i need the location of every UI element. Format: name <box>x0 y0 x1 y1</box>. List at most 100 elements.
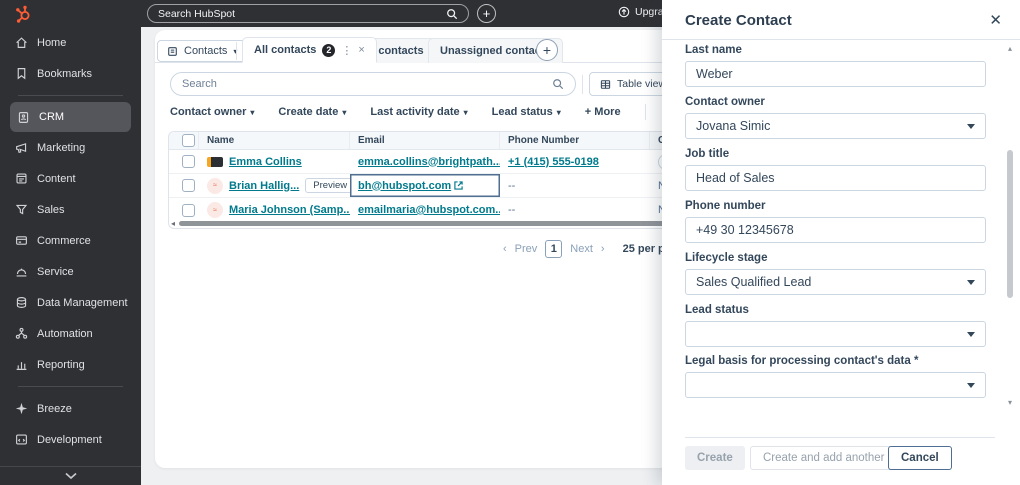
contact-name-link[interactable]: Brian Hallig... <box>229 180 299 192</box>
legal-basis-select[interactable] <box>685 372 986 398</box>
chevron-down-icon <box>967 279 975 285</box>
scroll-up-icon[interactable]: ▴ <box>1008 44 1012 53</box>
sidebar-item-development[interactable]: Development <box>0 424 141 455</box>
row-checkbox[interactable] <box>182 203 195 217</box>
contact-owner-select[interactable]: Jovana Simic <box>685 113 986 139</box>
job-title-input[interactable] <box>685 165 986 191</box>
phone-number-input[interactable] <box>685 217 986 243</box>
panel-scrollbar-thumb[interactable] <box>1007 150 1013 298</box>
contact-name-link[interactable]: Emma Collins <box>229 156 302 168</box>
list-search-placeholder: Search <box>182 78 217 90</box>
global-search-input[interactable]: Search HubSpot <box>147 4 469 23</box>
table-view-label: Table view <box>617 78 667 90</box>
prev-button[interactable]: Prev <box>515 243 538 255</box>
contact-phone-link[interactable]: +1 (415) 555-0198 <box>508 156 599 168</box>
column-header-name[interactable]: Name <box>199 132 350 149</box>
contact-email-link[interactable]: emma.collins@brightpath... <box>358 156 500 168</box>
search-icon <box>552 78 564 90</box>
filter-create-date[interactable]: Create date ▾ <box>278 106 346 118</box>
page-number[interactable]: 1 <box>545 240 563 258</box>
sidebar-item-label: Reporting <box>37 358 85 371</box>
filter-contact-owner[interactable]: Contact owner ▾ <box>170 106 254 118</box>
sidebar-item-bookmarks[interactable]: Bookmarks <box>0 58 141 89</box>
field-label: Job title <box>685 148 730 160</box>
lead-status-field: Lead status <box>685 304 986 347</box>
object-type-dropdown[interactable]: Contacts ▾ <box>157 40 248 62</box>
avatar: ≈ <box>207 202 223 218</box>
chevron-down-icon: ▾ <box>463 107 468 117</box>
sidebar-item-service[interactable]: Service <box>0 256 141 287</box>
contact-phone-cell: -- <box>508 204 516 216</box>
tab-all-contacts[interactable]: All contacts 2 ⋮ × <box>242 37 377 63</box>
sidebar-item-data-management[interactable]: Data Management <box>0 287 141 318</box>
field-label: Legal basis for processing contact's dat… <box>685 355 919 367</box>
lifecycle-stage-field: Lifecycle stage Sales Qualified Lead <box>685 252 986 295</box>
sidebar-divider <box>18 95 123 96</box>
contact-email-link[interactable]: emailmaria@hubspot.com... <box>358 204 500 216</box>
sidebar-item-marketing[interactable]: Marketing <box>0 132 141 163</box>
preview-button[interactable]: Preview <box>305 178 350 193</box>
bookmark-icon <box>15 67 28 80</box>
hubspot-logo-icon[interactable] <box>15 5 33 23</box>
quick-create-button[interactable]: + <box>477 4 496 23</box>
credit-card-icon <box>15 234 28 247</box>
filter-more-button[interactable]: + More <box>585 106 621 118</box>
tab-label: Unassigned contacts <box>440 45 551 57</box>
filter-lead-status[interactable]: Lead status ▾ <box>492 106 561 118</box>
tab-options-icon[interactable]: ⋮ <box>341 44 352 57</box>
sidebar-item-content[interactable]: Content <box>0 163 141 194</box>
sidebar-item-reporting[interactable]: Reporting <box>0 349 141 380</box>
list-search-input[interactable]: Search <box>170 72 576 96</box>
lifecycle-stage-select[interactable]: Sales Qualified Lead <box>685 269 986 295</box>
divider <box>582 75 583 94</box>
focused-email-cell[interactable]: bh@hubspot.com <box>350 174 500 197</box>
scroll-left-icon[interactable]: ◂ <box>171 219 179 228</box>
sidebar-item-sales[interactable]: Sales <box>0 194 141 225</box>
column-header-phone[interactable]: Phone Number <box>500 132 650 149</box>
scroll-down-icon[interactable]: ▾ <box>1008 398 1012 407</box>
chevron-down-icon <box>967 331 975 337</box>
sidebar-item-home[interactable]: Home <box>0 27 141 58</box>
sidebar-item-automation[interactable]: Automation <box>0 318 141 349</box>
field-label: Phone number <box>685 200 766 212</box>
next-button[interactable]: Next <box>570 243 593 255</box>
column-header-email[interactable]: Email <box>350 132 500 149</box>
cancel-button[interactable]: Cancel <box>888 446 952 470</box>
footer-divider <box>685 437 995 438</box>
upgrade-icon <box>618 6 630 18</box>
sidebar-item-label: CRM <box>39 111 65 123</box>
sidebar-item-crm[interactable]: CRM <box>10 102 131 132</box>
filter-last-activity-date[interactable]: Last activity date ▾ <box>370 106 467 118</box>
service-bell-icon <box>15 265 28 278</box>
add-view-button[interactable]: + <box>536 39 558 61</box>
create-button[interactable]: Create <box>685 446 745 470</box>
job-title-field: Job title <box>685 148 986 191</box>
tab-label: All contacts <box>254 44 317 56</box>
divider <box>644 104 646 120</box>
close-icon[interactable]: ✕ <box>989 11 1002 29</box>
field-label: Lifecycle stage <box>685 252 768 264</box>
last-name-input[interactable] <box>685 61 986 87</box>
select-all-checkbox[interactable] <box>182 134 195 147</box>
row-checkbox[interactable] <box>182 179 195 192</box>
search-icon <box>446 8 458 20</box>
sidebar-item-label: Content <box>37 172 76 185</box>
sidebar-collapse-button[interactable] <box>0 466 141 485</box>
funnel-icon <box>15 203 28 216</box>
contact-owner-field: Contact owner Jovana Simic <box>685 96 986 139</box>
tab-close-icon[interactable]: × <box>358 44 364 56</box>
sidebar-item-commerce[interactable]: Commerce <box>0 225 141 256</box>
avatar <box>207 156 223 167</box>
create-and-add-another-button[interactable]: Create and add another <box>750 446 898 470</box>
sidebar-item-breeze[interactable]: Breeze <box>0 393 141 424</box>
contact-email-link[interactable]: bh@hubspot.com <box>358 180 451 192</box>
contact-name-link[interactable]: Maria Johnson (Samp... <box>229 204 350 216</box>
sidebar-item-label: Automation <box>37 327 93 340</box>
prev-chevron-icon[interactable]: ‹ <box>503 243 507 255</box>
database-icon <box>15 296 28 309</box>
chevron-down-icon <box>967 382 975 388</box>
lead-status-select[interactable] <box>685 321 986 347</box>
next-chevron-icon[interactable]: › <box>601 243 605 255</box>
external-link-icon[interactable] <box>454 181 463 190</box>
row-checkbox[interactable] <box>182 155 195 168</box>
